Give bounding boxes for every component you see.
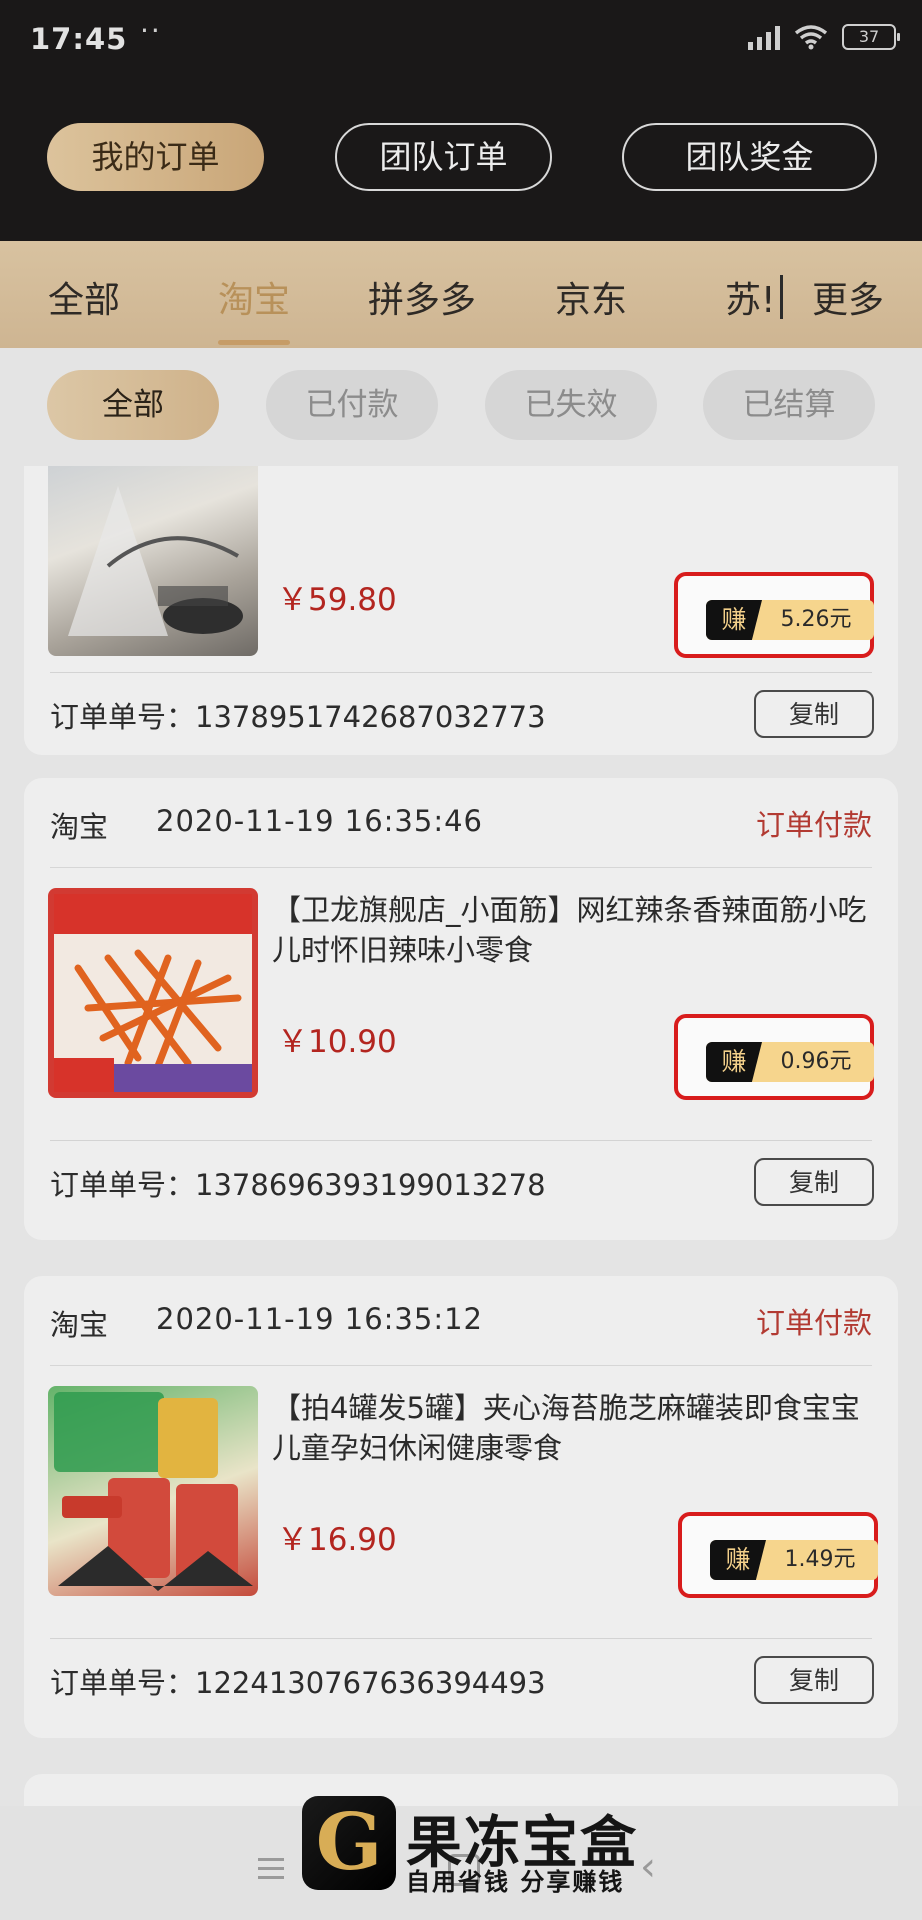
order-card: 淘宝 2020-11-19 16:35:12 订单付款 【拍4罐发5罐】夹心海苔… [24,1276,898,1738]
earn-label: 赚 [710,1540,766,1580]
signal-icon [748,24,780,50]
order-number-row: 订单单号：1378951742687032773 [50,694,546,736]
copy-button[interactable]: 复制 [754,1158,874,1206]
order-number-label: 订单单号： [50,1168,196,1202]
logo-g-icon: G [315,1797,383,1888]
watermark-logo: G [302,1796,396,1890]
order-number-row: 订单单号：1378696393199013278 [50,1162,546,1204]
platform-tab-all[interactable]: 全部 [48,271,120,323]
helmet-product-icon [68,486,243,636]
active-tab-indicator [218,340,290,345]
more-platforms-button[interactable]: 更多 [812,271,884,323]
commission-amount: 0.96元 [780,1049,852,1074]
product-price: ￥16.90 [277,1522,397,1558]
order-number: 1378951742687032773 [195,700,546,734]
tab-my-orders[interactable]: 我的订单 [47,123,264,191]
commission-ticket: 赚 1.49元 [710,1540,878,1580]
product-image[interactable] [48,1386,258,1596]
commission-ticket: 赚 0.96元 [706,1042,874,1082]
menu-icon[interactable] [258,1858,284,1879]
tab-team-bonus[interactable]: 团队奖金 [622,123,877,191]
order-number: 1378696393199013278 [195,1168,546,1202]
order-platform: 淘宝 [50,1308,109,1342]
commission-highlight: 赚 5.26元 [674,572,874,658]
divider [50,1140,872,1141]
order-card: 淘宝 2020-11-19 16:35:46 订单付款 【卫龙旗舰店_小面筋】网… [24,778,898,1240]
divider [50,672,872,673]
product-image[interactable] [48,888,258,1098]
copy-button[interactable]: 复制 [754,690,874,738]
platform-tab-pinduoduo[interactable]: 拼多多 [368,271,476,323]
product-title[interactable]: 【拍4罐发5罐】夹心海苔脆芝麻罐装即食宝宝儿童孕妇休闲健康零食 [272,1388,872,1468]
seaweed-snack-product-icon [54,1392,253,1591]
tab-team-orders[interactable]: 团队订单 [335,123,552,191]
product-title[interactable]: 【卫龙旗舰店_小面筋】网红辣条香辣面筋小吃儿时怀旧辣味小零食 [272,890,872,970]
order-platform: 淘宝 [50,810,109,844]
wifi-icon [794,25,828,50]
platform-tab-jd[interactable]: 京东 [555,271,627,323]
product-price: ￥59.80 [277,582,397,618]
notification-dots: ·· [140,14,162,47]
order-list[interactable]: ￥59.80 赚 5.26元 订单单号：1378951742687032773 … [0,466,922,1806]
platform-tab-taobao[interactable]: 淘宝 [218,271,290,323]
product-image[interactable] [48,466,258,656]
platform-tab-suning[interactable]: 苏! [725,271,775,323]
order-number-label: 订单单号： [50,1666,196,1700]
battery-icon: 37 [842,24,900,50]
status-icons: 37 [748,24,900,50]
spicy-gluten-product-icon [54,894,252,1092]
order-status: 订单付款 [755,808,872,842]
filter-settled[interactable]: 已结算 [703,370,875,440]
platform-tab-bar: 全部 淘宝 拼多多 京东 苏! 更多 [0,241,922,348]
commission-ticket: 赚 5.26元 [706,600,874,640]
earn-label: 赚 [706,1042,762,1082]
order-card-header: 淘宝 2020-11-19 16:35:46 订单付款 [50,778,872,868]
order-datetime: 2020-11-19 16:35:46 [156,804,483,838]
order-card-header: 淘宝 2020-11-19 16:35:12 订单付款 [50,1276,872,1366]
copy-button[interactable]: 复制 [754,1656,874,1704]
header: 17:45 ·· 37 我的订单 团队订单 团队奖金 [0,0,922,241]
order-card: ￥59.80 赚 5.26元 订单单号：1378951742687032773 … [24,466,898,755]
divider [50,1638,872,1639]
watermark-slogan: 自用省钱 分享赚钱 [406,1868,625,1896]
commission-amount: 5.26元 [780,607,852,632]
filter-paid[interactable]: 已付款 [266,370,438,440]
back-icon[interactable]: ‹ [640,1844,656,1890]
earn-label: 赚 [706,600,762,640]
order-number-label: 订单单号： [50,700,196,734]
order-status: 订单付款 [755,1306,872,1340]
commission-highlight: 赚 1.49元 [678,1512,878,1598]
filter-invalid[interactable]: 已失效 [485,370,657,440]
order-number-row: 订单单号：1224130767636394493 [50,1660,546,1702]
filter-all[interactable]: 全部 [47,370,219,440]
status-time: 17:45 [30,22,128,56]
product-price: ￥10.90 [277,1024,397,1060]
commission-highlight: 赚 0.96元 [674,1014,874,1100]
order-datetime: 2020-11-19 16:35:12 [156,1302,483,1336]
divider [780,275,783,319]
commission-amount: 1.49元 [784,1547,856,1572]
order-number: 1224130767636394493 [195,1666,546,1700]
